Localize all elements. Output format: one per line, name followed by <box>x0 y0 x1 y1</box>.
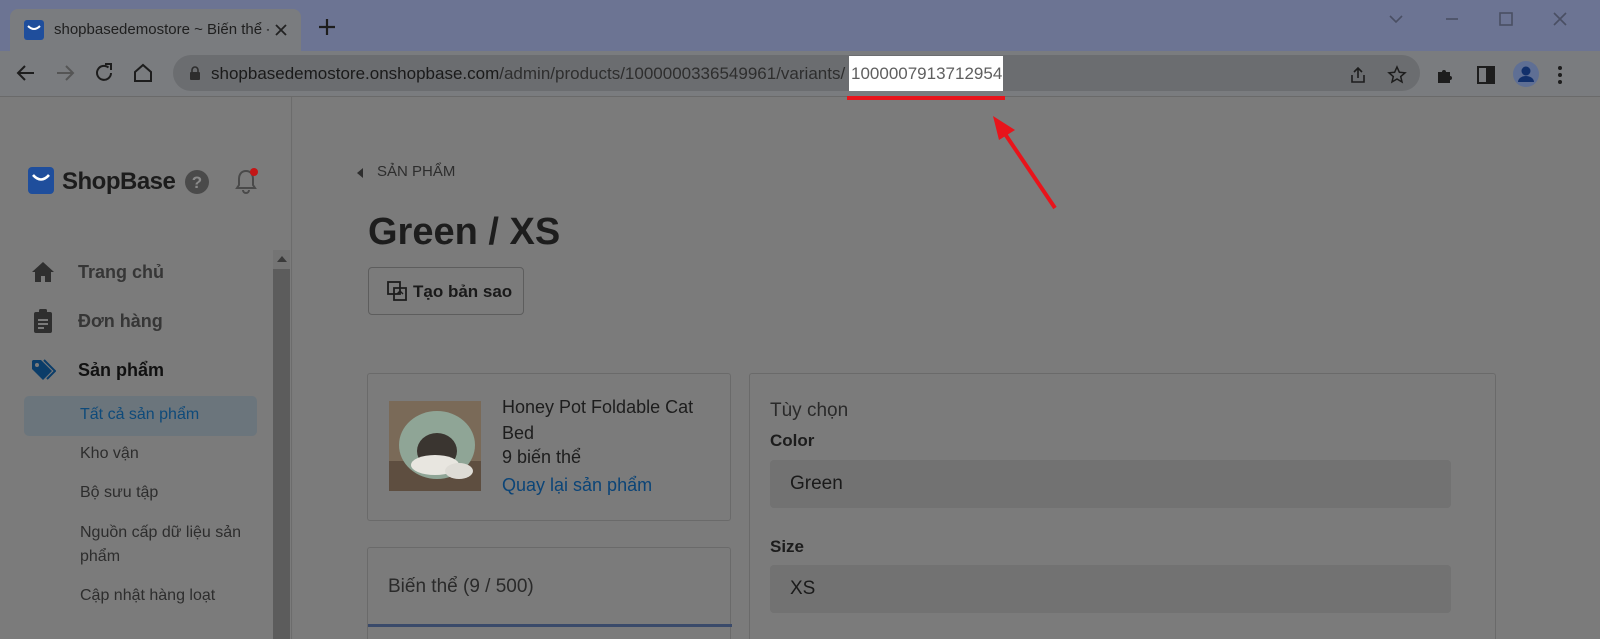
browser-tab-bar: shopbasedemostore ~ Biến thể - Sh <box>0 0 1600 51</box>
sidebar-subitem-inventory[interactable]: Kho vận <box>80 442 139 466</box>
tab-title: shopbasedemostore ~ Biến thể - Sh <box>54 21 269 38</box>
close-icon[interactable] <box>271 20 291 40</box>
scroll-up-arrow-icon[interactable] <box>277 256 287 262</box>
variants-selected-bar <box>368 624 732 627</box>
duplicate-button[interactable]: Tạo bản sao <box>368 267 524 315</box>
sidebar: ShopBase ? Trang chủ Đơn hàng Sản phẩm T… <box>0 97 292 639</box>
annotation-arrow-icon <box>993 116 1057 210</box>
extensions-icon[interactable] <box>1435 64 1457 86</box>
bell-icon[interactable] <box>234 167 258 195</box>
clipboard-icon <box>34 309 52 333</box>
home-icon[interactable] <box>131 61 155 85</box>
options-title: Tùy chọn <box>770 400 849 421</box>
main-content: SẢN PHẨM Green / XS Tạo bản sao Honey Po… <box>293 97 1600 639</box>
star-icon[interactable] <box>1387 65 1407 85</box>
annotation-underline <box>847 96 1005 100</box>
forward-arrow-icon[interactable] <box>53 61 77 85</box>
duplicate-label: Tạo bản sao <box>413 282 513 301</box>
minimize-icon[interactable] <box>1439 6 1465 32</box>
product-name: Honey Pot Foldable Cat Bed <box>502 397 694 443</box>
shopbase-favicon-icon <box>24 20 44 40</box>
help-icon[interactable]: ? <box>184 169 210 195</box>
product-summary-card: Honey Pot Foldable Cat Bed 9 biến thể Qu… <box>367 373 731 521</box>
sidebar-subitem-product-feeds[interactable]: Nguồn cấp dữ liệu sản <box>80 521 241 545</box>
sidebar-item-label: Đơn hàng <box>78 311 163 331</box>
url-path: /admin/products/1000000336549961/variant… <box>499 64 846 83</box>
variants-card: Biến thể (9 / 500) <box>367 547 732 639</box>
new-tab-icon[interactable] <box>316 16 338 38</box>
back-arrow-icon[interactable] <box>14 61 38 85</box>
window-close-icon[interactable] <box>1547 6 1573 32</box>
cat-bed-image <box>389 401 481 491</box>
side-panel-icon[interactable] <box>1475 64 1497 86</box>
size-label: Size <box>770 537 805 556</box>
url-text: shopbasedemostore.onshopbase.com/admin/p… <box>211 64 845 84</box>
back-to-product-link[interactable]: Quay lại sản phẩm <box>502 475 652 496</box>
color-field[interactable]: Green <box>770 460 1451 508</box>
options-card: Tùy chọn Color Green Size XS <box>749 373 1496 639</box>
logo-text: ShopBase <box>62 168 176 195</box>
variants-title: Biến thể (9 / 500) <box>388 576 534 597</box>
share-icon[interactable] <box>1348 65 1368 85</box>
color-label: Color <box>770 431 815 450</box>
chevron-down-icon[interactable] <box>1383 6 1409 32</box>
sidebar-subitem-collections[interactable]: Bộ sưu tập <box>80 481 158 505</box>
duplicate-icon <box>387 281 407 301</box>
svg-text:?: ? <box>192 173 202 192</box>
tags-icon <box>32 359 56 380</box>
reload-icon[interactable] <box>92 61 116 85</box>
sidebar-item-label: Trang chủ <box>78 262 165 282</box>
more-menu-icon[interactable] <box>1555 64 1565 86</box>
browser-tab[interactable]: shopbasedemostore ~ Biến thể - Sh <box>10 9 301 51</box>
shopbase-logo-icon <box>28 167 54 194</box>
lock-icon[interactable] <box>189 66 201 80</box>
address-bar[interactable]: shopbasedemostore.onshopbase.com/admin/p… <box>173 55 1420 91</box>
maximize-icon[interactable] <box>1493 6 1519 32</box>
color-value: Green <box>790 473 843 494</box>
sidebar-scrollbar-thumb[interactable] <box>273 269 290 639</box>
profile-avatar-icon[interactable] <box>1513 61 1539 87</box>
sidebar-subitem-product-feeds-cont[interactable]: phẩm <box>80 545 120 569</box>
url-host: shopbasedemostore.onshopbase.com <box>211 64 500 83</box>
product-thumbnail[interactable] <box>389 401 481 491</box>
page-title: Green / XS <box>368 211 561 253</box>
url-variant-id-highlight: 1000007913712954 <box>849 56 1003 91</box>
sidebar-subitem-bulk-update[interactable]: Cập nhật hàng loạt <box>80 584 215 608</box>
home-icon <box>32 262 54 282</box>
sidebar-subitem-all-products[interactable]: Tất cả sản phẩm <box>80 403 199 427</box>
sidebar-item-label: Sản phẩm <box>78 360 165 380</box>
breadcrumb-label: SẢN PHẨM <box>377 163 456 180</box>
variant-count: 9 biến thể <box>502 447 582 467</box>
browser-toolbar: shopbasedemostore.onshopbase.com/admin/p… <box>0 51 1600 97</box>
caret-left-icon <box>357 168 363 178</box>
size-field[interactable]: XS <box>770 565 1451 613</box>
size-value: XS <box>790 578 816 599</box>
